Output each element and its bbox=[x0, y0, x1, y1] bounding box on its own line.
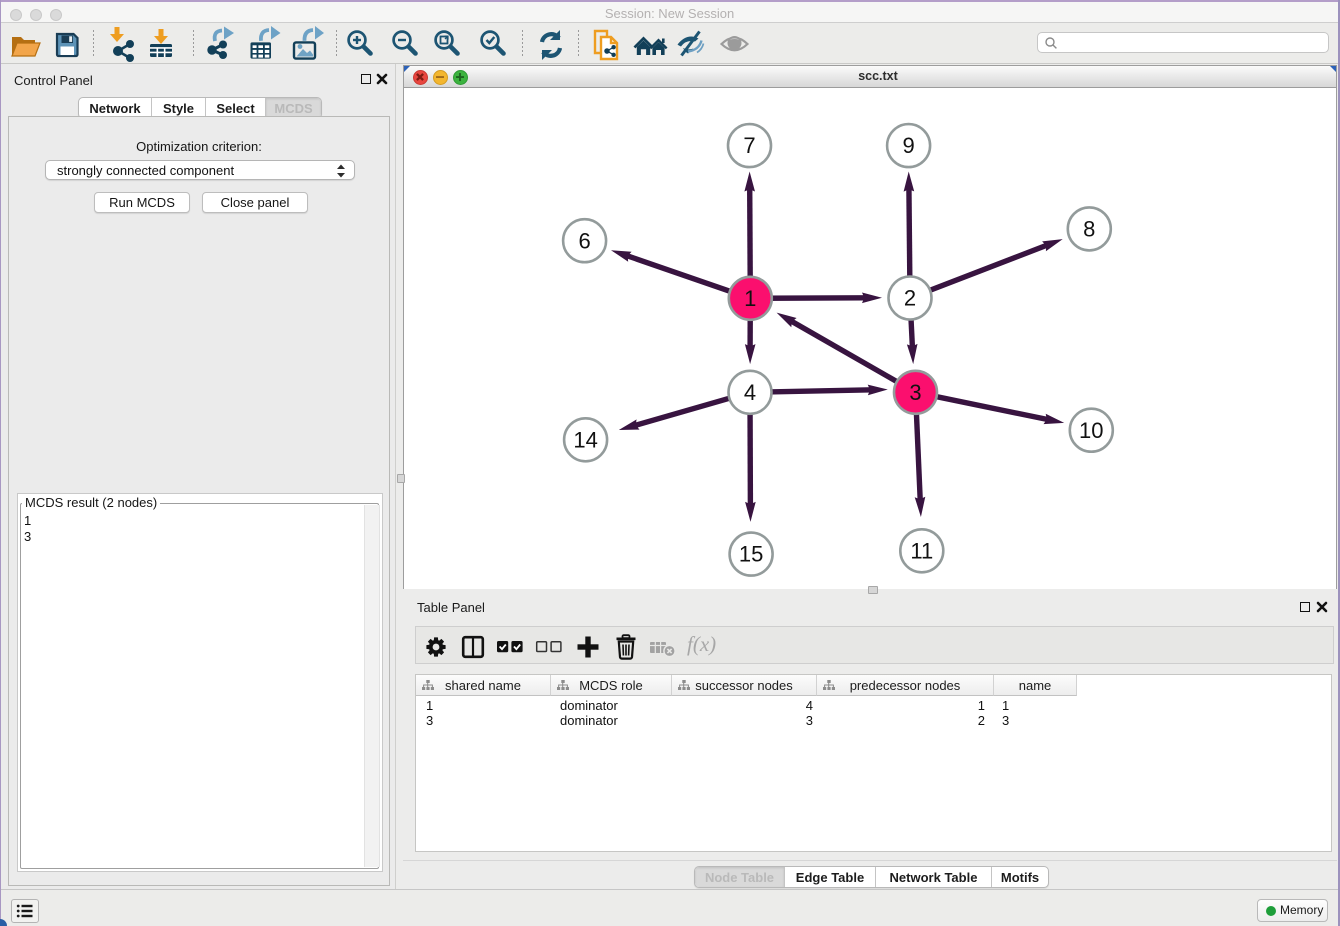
svg-text:4: 4 bbox=[744, 380, 756, 405]
svg-text:15: 15 bbox=[739, 542, 763, 567]
svg-text:1: 1 bbox=[744, 286, 756, 311]
svg-text:2: 2 bbox=[904, 286, 916, 311]
svg-text:11: 11 bbox=[910, 538, 933, 563]
svg-text:6: 6 bbox=[578, 228, 590, 253]
svg-text:3: 3 bbox=[909, 380, 921, 405]
svg-text:7: 7 bbox=[743, 133, 755, 158]
svg-text:10: 10 bbox=[1079, 418, 1103, 443]
svg-text:9: 9 bbox=[902, 133, 914, 158]
svg-text:8: 8 bbox=[1083, 217, 1095, 242]
svg-text:14: 14 bbox=[573, 427, 597, 452]
